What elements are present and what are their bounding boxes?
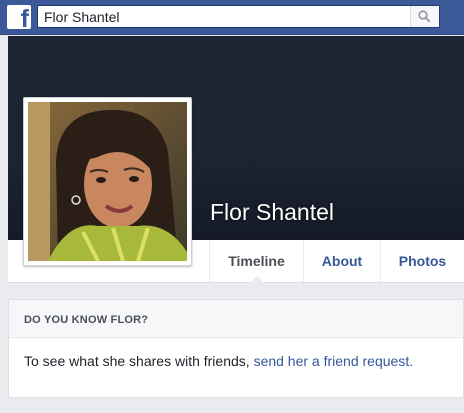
tab-label: Photos [398,253,447,269]
profile-name[interactable]: Flor Shantel [210,199,334,226]
card-text: To see what she shares with friends, [24,353,254,369]
send-friend-request-link[interactable]: send her a friend request. [254,353,414,369]
profile-photo [28,102,187,261]
tab-about[interactable]: About [303,240,380,282]
search-button[interactable] [410,6,439,27]
search-input[interactable] [44,6,404,27]
search-icon [418,10,431,23]
card-body: To see what she shares with friends, sen… [24,353,413,369]
facebook-f-icon[interactable]: f [7,5,31,29]
tab-timeline[interactable]: Timeline [209,240,303,283]
active-tab-caret [249,276,264,283]
tab-label: About [321,253,363,269]
tab-label: Timeline [228,253,285,269]
card-title: DO YOU KNOW FLOR? [24,314,149,326]
tab-photos[interactable]: Photos [380,240,464,282]
card-header: DO YOU KNOW FLOR? [9,300,463,338]
search-box [37,5,440,28]
top-bar: f [0,0,464,35]
do-you-know-card: DO YOU KNOW FLOR? To see what she shares… [8,299,464,398]
profile-picture[interactable] [23,97,192,266]
